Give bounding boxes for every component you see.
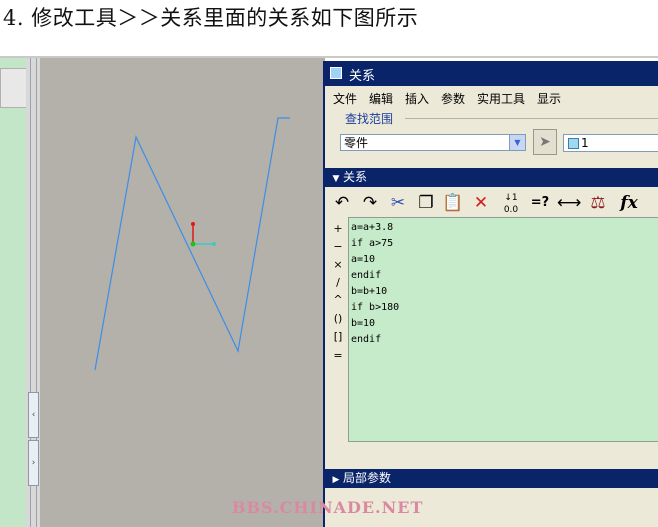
scope-value-field[interactable]: 1 (563, 134, 658, 152)
operator-equals-button[interactable]: = (327, 349, 349, 362)
heading-text: 4. 修改工具＞＞关系里面的关系如下图所示 (3, 6, 419, 30)
csys-x-tip (212, 242, 216, 246)
menu-edit[interactable]: 编辑 (369, 90, 393, 107)
relation-line: if a>75 (351, 238, 394, 249)
relation-line: b=b+10 (351, 286, 388, 297)
model-tree-header (0, 68, 27, 108)
relations-toolbar: ↶ ↷ ✂ ❐ 📋 ✕ ↓1 0.0 =? ⟷ ⚖ fx (325, 190, 658, 216)
part-icon (568, 138, 579, 149)
menu-file[interactable]: 文件 (333, 90, 357, 107)
search-scope-divider (405, 118, 658, 119)
local-params-section-title: 局部参数 (343, 471, 392, 485)
copy-icon[interactable]: ❐ (415, 190, 437, 216)
menu-display[interactable]: 显示 (537, 90, 561, 107)
search-scope-label: 查找范围 (345, 112, 394, 126)
dialog-titlebar[interactable]: 关系 (325, 61, 658, 86)
collapse-left-icon[interactable]: ‹ (28, 392, 39, 438)
relation-line: a=a+3.8 (351, 222, 394, 233)
graphics-canvas[interactable] (40, 58, 325, 527)
relation-line: endif (351, 334, 382, 345)
scope-type-select[interactable]: 零件 ▼ (340, 134, 526, 151)
operator-power-button[interactable]: ^ (327, 293, 349, 306)
expand-triangle-icon: ▶ (332, 475, 340, 485)
sketch-drawing (94, 117, 290, 371)
relations-editor[interactable]: a=a+3.8 if a>75 a=10 endif b=b+10 if b>1… (348, 217, 658, 442)
redo-icon[interactable]: ↷ (359, 190, 381, 216)
operator-paren-button[interactable]: () (327, 312, 349, 325)
local-params-section-header[interactable]: ▶ 局部参数 (325, 469, 658, 488)
chevron-down-icon[interactable]: ▼ (509, 135, 525, 150)
menu-insert[interactable]: 插入 (405, 90, 429, 107)
relation-line: b=10 (351, 318, 376, 329)
menu-utilities[interactable]: 实用工具 (477, 90, 525, 107)
menu-parameters[interactable]: 参数 (441, 90, 465, 107)
units-icon[interactable]: ⚖ (587, 190, 609, 216)
relations-section-title: 关系 (343, 170, 368, 184)
instruction-heading: 4. 修改工具＞＞关系里面的关系如下图所示 (0, 0, 658, 56)
select-pointer-button[interactable]: ➤ (533, 129, 557, 155)
scissors-icon[interactable]: ✂ (387, 190, 409, 216)
sort-relations-text: 0.0 (503, 205, 519, 215)
menu-bar: 文件 编辑 插入 参数 实用工具 显示 (325, 88, 658, 108)
dimension-icon[interactable]: ⟷ (557, 190, 581, 216)
scope-value-text: 1 (581, 136, 589, 150)
watermark: BBS.CHINADE.NET (232, 498, 424, 517)
verify-relations-button[interactable]: =? (529, 190, 551, 216)
undo-icon[interactable]: ↶ (331, 190, 353, 216)
cursor-arrow-icon: ➤ (539, 134, 551, 150)
scope-type-value: 零件 (344, 136, 369, 150)
operator-multiply-button[interactable]: × (327, 258, 349, 271)
relation-line: a=10 (351, 254, 376, 265)
operator-plus-button[interactable]: + (327, 222, 349, 235)
delete-x-icon[interactable]: ✕ (471, 190, 491, 216)
function-button[interactable]: fx (615, 190, 643, 216)
expand-right-icon[interactable]: › (28, 440, 39, 486)
sort-relations-icon[interactable]: ↓1 0.0 (499, 190, 523, 218)
csys-z-tip (191, 222, 195, 226)
relation-line: if b>180 (351, 302, 400, 313)
relation-line: endif (351, 270, 382, 281)
operator-bracket-button[interactable]: [] (327, 330, 349, 343)
paste-icon[interactable]: 📋 (442, 190, 464, 216)
collapse-triangle-icon: ▼ (332, 174, 340, 184)
operator-divide-button[interactable]: / (327, 276, 349, 289)
relations-dialog: 关系 文件 编辑 插入 参数 实用工具 显示 查找范围 零件 ▼ ➤ 1 ▼ 关系… (323, 61, 658, 527)
relations-window-icon (330, 67, 342, 79)
dialog-title: 关系 (349, 69, 376, 84)
operator-minus-button[interactable]: − (327, 240, 349, 253)
csys-origin (190, 241, 196, 247)
relations-section-header[interactable]: ▼ 关系 (325, 168, 658, 187)
